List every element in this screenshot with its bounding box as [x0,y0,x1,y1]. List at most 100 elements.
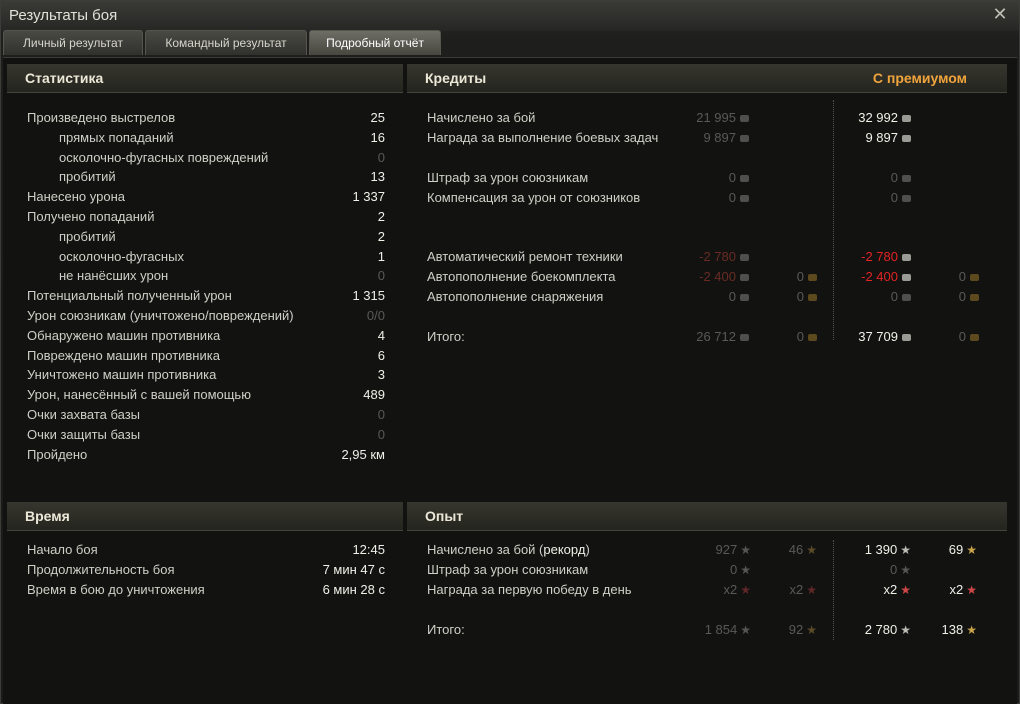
credits-row: Компенсация за урон от союзников 0 0 [407,190,1007,210]
free-experience-premium-amount: 138 [941,622,964,637]
experience-base-amount: 927 [715,542,738,557]
experience-base-value: 1 854 ★ [705,622,751,637]
statistics-title: Статистика [25,70,104,86]
close-icon[interactable]: ✕ [991,5,1009,23]
gold-premium-amount: 0 [958,269,966,284]
experience-label-text: Награда за первую победу в день [427,582,632,597]
statistics-header: Статистика [7,64,403,93]
gold-icon [808,334,817,342]
time-row: Начало боя 12:45 [7,542,403,562]
stat-value: 16 [370,129,385,145]
credits-premium-value: 0 [891,170,911,185]
free-experience-base-amount: 92 [788,622,804,637]
credits-icon [740,334,749,342]
window-title: Результаты боя [9,7,118,24]
experience-label: Награда за первую победу в день [427,582,632,597]
report-content: Статистика Произведено выстрелов 25 прямых… [3,57,1017,704]
stat-value: 13 [370,169,385,185]
free-experience-premium-amount: x2 [949,582,964,597]
credits-row: Автоматический ремонт техники -2 780 -2 78… [407,249,1007,269]
credits-header: Кредиты С премиумом [407,64,1007,93]
credits-icon [902,135,911,143]
stat-value: 6 [377,347,385,363]
stat-label: Урон союзникам (уничтожено/повреждений) [27,308,294,323]
credits-label: Начислено за бой [427,110,536,125]
experience-base-value: 927 ★ [716,542,751,557]
experience-star-icon: ★ [740,623,751,637]
stat-value: 4 [377,327,385,343]
stat-label: осколочно-фугасных [59,248,184,264]
gold-premium-value: 0 [959,269,979,284]
gold-base-value: 0 [797,289,817,304]
credits-premium-amount: 32 992 [858,110,898,125]
experience-star-icon: ★ [740,543,751,557]
tab-detailed-report[interactable]: Подробный отчёт [309,30,441,55]
stat-row: Урон союзникам (уничтожено/повреждений) 0… [7,308,403,328]
stat-label: Нанесено урона [27,189,126,205]
credits-row: Награда за выполнение боевых задач 9 897 9… [407,130,1007,150]
experience-label-text: Начислено за бой ( [427,542,544,557]
stat-label: Повреждено машин противника [27,347,220,363]
statistics-panel: Статистика Произведено выстрелов 25 прямых… [7,64,403,484]
stat-label: не нанёсших урон [59,268,169,284]
free-experience-base-amount: 46 [788,542,804,557]
time-title: Время [25,508,70,524]
stat-row: Обнаружено машин противника 4 [7,328,403,348]
stat-row: Пройдено 2,95 км [7,447,403,467]
stat-label: Урон, нанесённый с вашей помощью [27,387,251,403]
time-value: 6 мин 28 с [322,582,385,597]
stat-row: Очки защиты базы 0 [7,427,403,447]
gold-base-amount: 0 [796,289,804,304]
stat-row: не нанёсших урон 0 [7,268,403,288]
time-row: Продолжительность боя 7 мин 47 с [7,562,403,582]
experience-premium-value: 1 390 ★ [865,542,911,557]
experience-header: Опыт [407,502,1007,531]
gold-base-amount: 0 [796,269,804,284]
tab-label: Командный результат [165,36,287,50]
credits-label: Автопополнение боекомплекта [427,269,616,284]
credits-base-amount: 26 712 [696,329,736,344]
stat-row: Очки захвата базы 0 [7,407,403,427]
title-bar: Результаты боя ✕ [1,1,1019,31]
free-experience-premium-amount: 69 [948,542,964,557]
time-label: Начало боя [27,542,98,557]
credits-premium-value: 9 897 [865,130,911,145]
stat-value: 1 315 [352,288,385,304]
experience-label-end: ) [585,542,590,557]
stat-label: пробитий [59,169,116,185]
credits-base-amount: 0 [728,289,736,304]
stat-value: 0/0 [366,308,385,323]
experience-label-text: Штраф за урон союзникам [427,562,589,577]
credits-icon [740,135,749,143]
stat-label: Пройдено [27,446,88,462]
credits-base-value: 0 [729,170,749,185]
stat-value: 0 [377,149,385,165]
stat-label: Обнаружено машин противника [27,327,221,343]
premium-column-title: С премиумом [872,70,967,86]
credits-row: Итого: 26 712 0 37 709 0 [407,329,1007,349]
tab-personal-result[interactable]: Личный результат [3,30,143,55]
gold-base-amount: 0 [796,329,804,344]
stat-label: Очки захвата базы [27,407,141,422]
credits-premium-amount: 0 [890,170,898,185]
credits-base-value: -2 780 [699,249,749,264]
credits-base-value: 0 [729,190,749,205]
credits-label: Штраф за урон союзникам [427,170,589,185]
credits-premium-amount: 37 709 [858,329,898,344]
gold-icon [970,294,979,302]
experience-star-icon: ★ [740,583,751,597]
stat-label: прямых попаданий [59,129,174,145]
credits-base-value: 0 [729,289,749,304]
credits-label: Награда за выполнение боевых задач [427,130,659,145]
time-panel: Время Начало боя 12:45 Продолжительность б… [7,502,403,622]
gold-icon [970,274,979,282]
stat-value: 2 [377,209,385,224]
credits-icon [740,254,749,262]
stat-value: 0 [377,407,385,422]
credits-premium-amount: -2 780 [861,249,898,264]
stat-label: Потенциальный полученный урон [27,288,232,304]
stat-label: Очки защиты базы [27,426,141,442]
credits-premium-value: 37 709 [858,329,911,344]
stat-label: Произведено выстрелов [27,110,176,125]
tab-team-result[interactable]: Командный результат [145,30,307,55]
